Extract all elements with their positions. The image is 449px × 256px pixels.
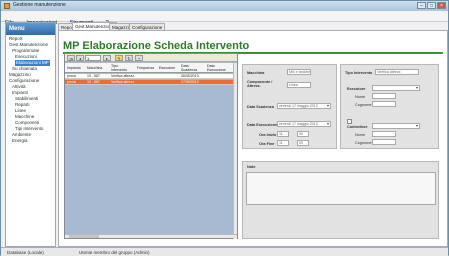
tree-item[interactable]: Energia — [6, 138, 55, 144]
data-esecuzione-picker[interactable]: venerdì 17 maggio 2013 — [277, 121, 331, 127]
add-icon[interactable]: + — [135, 55, 143, 61]
grid-vertical-scrollbar[interactable] — [233, 63, 237, 239]
column-esecutore[interactable]: Esecutore — [159, 66, 175, 70]
grid-header: Impianto Macchina Tipo Intervento Freque… — [65, 63, 237, 73]
componente-label: Componente / Attrezz. — [247, 80, 273, 88]
ora-fine-minute[interactable]: 00 — [297, 140, 309, 146]
table-cell: 10 - 567 — [87, 80, 100, 84]
controllore-label: Controllore — [347, 125, 368, 129]
note-textarea[interactable] — [246, 172, 436, 205]
tree-item-label: Stabilimenti — [15, 96, 39, 101]
window-title: Gestione manutenzione — [13, 2, 66, 8]
controllore-nome-field[interactable] — [372, 131, 396, 137]
navigation-tree: Report Gest.Manutenzione Programmate Esecuz… — [6, 35, 55, 144]
interventions-grid: |◂ ◂ 1 ▸ ✎ ↻ + Impianto Macchina Tipo In… — [64, 53, 238, 239]
componente-field[interactable]: Linea — [287, 82, 311, 88]
page-number-input[interactable]: 1 — [85, 55, 101, 61]
esecutore-cognome-field[interactable] — [372, 101, 396, 107]
note-panel: Note — [242, 161, 439, 239]
navigation-header: Menu — [6, 23, 55, 35]
column-frequenza[interactable]: Frequenza — [137, 66, 154, 70]
tipo-intervento-label: Tipo Intervento — [345, 71, 373, 75]
first-page-icon[interactable]: |◂ — [67, 55, 75, 61]
app-window: Gestione manutenzione – □ × File Imposta… — [0, 0, 449, 256]
ora-fine-label: Ora Fine — [259, 142, 275, 146]
refresh-icon[interactable]: ↻ — [125, 55, 133, 61]
controllore-select[interactable] — [372, 123, 420, 129]
grid-horizontal-scrollbar[interactable] — [65, 234, 237, 238]
status-database: Database (Locale) — [7, 250, 44, 255]
save-icon[interactable]: ✎ — [115, 55, 123, 61]
table-cell: Verifica attrezz. — [111, 80, 135, 84]
column-data-esecuzione[interactable]: Data Esecuzione — [207, 64, 226, 72]
maximize-button[interactable]: □ — [427, 2, 436, 9]
tree-item-label: Ambiente — [12, 132, 32, 137]
column-data-scadenza[interactable]: Data Scadenza — [181, 64, 197, 72]
page-title: MP Elaborazione Scheda Intervento — [63, 40, 250, 52]
table-cell: Verifica attrezz. — [111, 74, 135, 78]
table-cell: 26/05/2013 — [181, 74, 199, 78]
table-row[interactable]: prova 10 - 567 Verifica attrezz. 17/05/2013 — [65, 80, 237, 85]
content-area: MP Elaborazione Scheda Intervento |◂ ◂ 1… — [58, 30, 448, 247]
menu-bar: File Impostazioni Strumenti ? — [1, 11, 448, 26]
table-cell: prova — [67, 74, 76, 78]
tree-item-label: Componenti — [15, 120, 40, 125]
tree-item-label: Linee — [15, 108, 27, 113]
table-cell: 17/05/2013 — [181, 80, 199, 84]
title-bar: Gestione manutenzione – □ × — [1, 1, 448, 11]
tipo-intervento-field[interactable]: Verifica attrezz. — [375, 69, 419, 75]
data-esecuzione-label: Data Esecuzione — [247, 123, 278, 127]
data-scadenza-picker[interactable]: venerdì 17 maggio 2013 — [277, 103, 331, 109]
esecutore-select[interactable] — [372, 85, 420, 91]
personnel-panel: Tipo Intervento Verifica attrezz. Esecut… — [340, 64, 439, 149]
tree-item-label: Report — [9, 36, 23, 41]
controllore-cognome-label: Cognome — [355, 141, 372, 145]
controllore-nome-label: Nome — [355, 133, 366, 137]
tree-item-label: Reparti — [15, 102, 30, 107]
close-button[interactable]: × — [437, 2, 446, 9]
esecutore-label: Esecutore — [347, 87, 366, 91]
scroll-thumb[interactable] — [69, 235, 99, 238]
tree-item-label: Energia — [12, 138, 28, 143]
table-row[interactable]: prova 10 - 567 Verifica attrezz. 26/05/2013 — [65, 74, 237, 79]
tree-item-label: Configurazione — [9, 78, 40, 83]
tree-item-label: Su chiamata — [12, 66, 38, 71]
macchina-label: Macchina — [247, 71, 265, 75]
grid-toolbar: |◂ ◂ 1 ▸ ✎ ↻ + — [65, 54, 237, 62]
column-macchina[interactable]: Macchina — [87, 66, 102, 70]
app-icon — [4, 3, 10, 9]
macchina-field[interactable]: Mix e taniche — [287, 69, 311, 75]
tree-item-label: Attività — [12, 84, 26, 89]
next-page-icon[interactable]: ▸ — [103, 55, 111, 61]
data-scadenza-label: Data Scadenza — [247, 105, 274, 109]
details-panel: Macchina Mix e taniche Componente / Attr… — [242, 64, 337, 149]
tree-item-label: Macchine — [15, 114, 35, 119]
tree-item-label: Gest.Manutenzione — [9, 42, 49, 47]
ora-inizio-minute[interactable]: 00 — [297, 131, 309, 137]
tree-item-label: Magazzino — [9, 72, 31, 77]
esecutore-nome-label: Nome — [355, 95, 366, 99]
ora-inizio-label: Ora Inizio — [259, 133, 277, 137]
navigation-panel: Menu Report Gest.Manutenzione Programmate E… — [5, 22, 56, 247]
status-user: Utente membro del gruppo (Admin) — [79, 250, 150, 255]
esecutore-cognome-label: Cognome — [355, 103, 372, 107]
tree-item-label: Impianti — [12, 90, 28, 95]
esecutore-nome-field[interactable] — [372, 93, 396, 99]
controllore-cognome-field[interactable] — [372, 139, 396, 145]
ora-inizio-hour[interactable]: 11 — [277, 131, 289, 137]
column-tipo-intervento[interactable]: Tipo Intervento — [111, 64, 127, 72]
tree-item-label: Tipi Intervento — [15, 126, 44, 131]
tree-item-label: Esecuzioni — [15, 54, 37, 59]
tree-item-label: Programmate — [12, 48, 40, 53]
table-cell: prova — [67, 80, 76, 84]
controllore-checkbox[interactable] — [347, 119, 352, 124]
minimize-button[interactable]: – — [417, 2, 426, 9]
table-cell: 10 - 567 — [87, 74, 100, 78]
prev-page-icon[interactable]: ◂ — [76, 55, 84, 61]
note-label: Note — [247, 165, 256, 169]
ora-fine-hour[interactable]: 11 — [277, 140, 289, 146]
column-impianto[interactable]: Impianto — [67, 66, 81, 70]
